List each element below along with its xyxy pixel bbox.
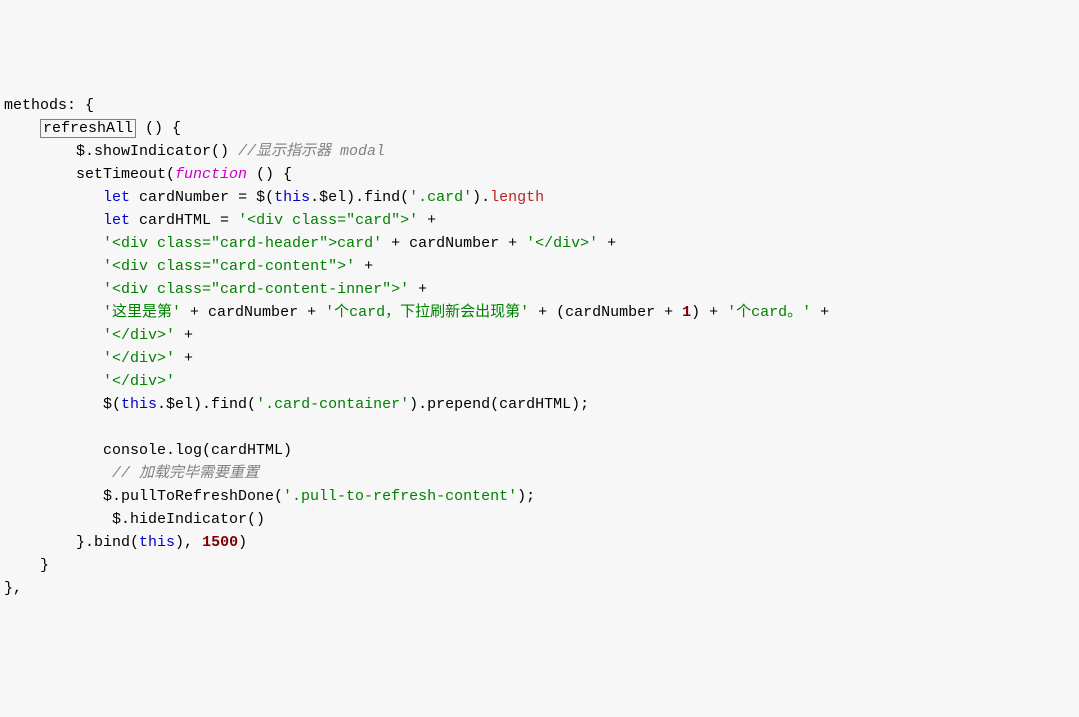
line-12a <box>4 350 103 367</box>
string-card-period: '个card。' <box>727 304 811 321</box>
line-9b: + <box>409 281 427 298</box>
line-3a: $.showIndicator() <box>4 143 238 160</box>
string-close-div: '</div>' <box>103 373 175 390</box>
line-20a: }.bind( <box>4 534 139 551</box>
line-4a: setTimeout( <box>4 166 175 183</box>
line-21: } <box>4 557 49 574</box>
line-7a <box>4 235 103 252</box>
line-5c: .$el).find( <box>310 189 409 206</box>
line-10c: + (cardNumber + <box>529 304 682 321</box>
string-pull-to-refresh: '.pull-to-refresh-content' <box>283 488 517 505</box>
line-5d: ). <box>472 189 490 206</box>
string-card-content-inner: '<div class="card-content-inner">' <box>103 281 409 298</box>
string-pull-refresh: '个card，下拉刷新会出现第' <box>325 304 529 321</box>
number-one: 1 <box>682 304 691 321</box>
keyword-let: let <box>103 212 130 229</box>
line-5b: cardNumber = $( <box>130 189 274 206</box>
line-20b: ), <box>175 534 202 551</box>
keyword-let: let <box>103 189 130 206</box>
line-13a <box>4 373 103 390</box>
string-div-card: '<div class="card">' <box>238 212 418 229</box>
line-12b: + <box>175 350 193 367</box>
line-7b: + cardNumber + <box>382 235 526 252</box>
line-4b: () { <box>247 166 292 183</box>
property-length: length <box>490 189 544 206</box>
line-14b: .$el).find( <box>157 396 256 413</box>
line-10e: + <box>811 304 829 321</box>
keyword-function: function <box>175 166 247 183</box>
string-card-selector: '.card' <box>409 189 472 206</box>
line-7c: + <box>598 235 616 252</box>
keyword-this: this <box>139 534 175 551</box>
string-close-div: '</div>' <box>526 235 598 252</box>
line-6b: cardHTML = <box>130 212 238 229</box>
string-card-container: '.card-container' <box>256 396 409 413</box>
code-block: methods: { refreshAll () { $.showIndicat… <box>4 94 1075 600</box>
line-14c: ).prepend(cardHTML); <box>409 396 589 413</box>
comment-show-indicator: //显示指示器 modal <box>238 143 385 160</box>
line-20c: ) <box>238 534 247 551</box>
comment-reset-after-load: // 加载完毕需要重置 <box>112 465 259 482</box>
line-5a <box>4 189 103 206</box>
method-name-refreshall: refreshAll <box>40 119 136 138</box>
line-10b: + cardNumber + <box>181 304 325 321</box>
line-22: }, <box>4 580 22 597</box>
string-here-is: '这里是第' <box>103 304 181 321</box>
line-2-after: () { <box>136 120 181 137</box>
string-card-content: '<div class="card-content">' <box>103 258 355 275</box>
line-9a <box>4 281 103 298</box>
line-10d: ) + <box>691 304 727 321</box>
line-2-indent <box>4 120 40 137</box>
line-10a <box>4 304 103 321</box>
line-1: methods: { <box>4 97 94 114</box>
line-17a <box>4 465 112 482</box>
line-6c: + <box>418 212 436 229</box>
string-close-div: '</div>' <box>103 327 175 344</box>
line-19: $.hideIndicator() <box>4 511 265 528</box>
number-timeout: 1500 <box>202 534 238 551</box>
line-11a <box>4 327 103 344</box>
string-card-header: '<div class="card-header">card' <box>103 235 382 252</box>
keyword-this: this <box>121 396 157 413</box>
line-16: console.log(cardHTML) <box>4 442 292 459</box>
string-close-div: '</div>' <box>103 350 175 367</box>
keyword-this: this <box>274 189 310 206</box>
line-18b: ); <box>517 488 535 505</box>
line-18a: $.pullToRefreshDone( <box>4 488 283 505</box>
line-14a: $( <box>4 396 121 413</box>
line-11b: + <box>175 327 193 344</box>
line-6a <box>4 212 103 229</box>
line-8a <box>4 258 103 275</box>
line-8b: + <box>355 258 373 275</box>
